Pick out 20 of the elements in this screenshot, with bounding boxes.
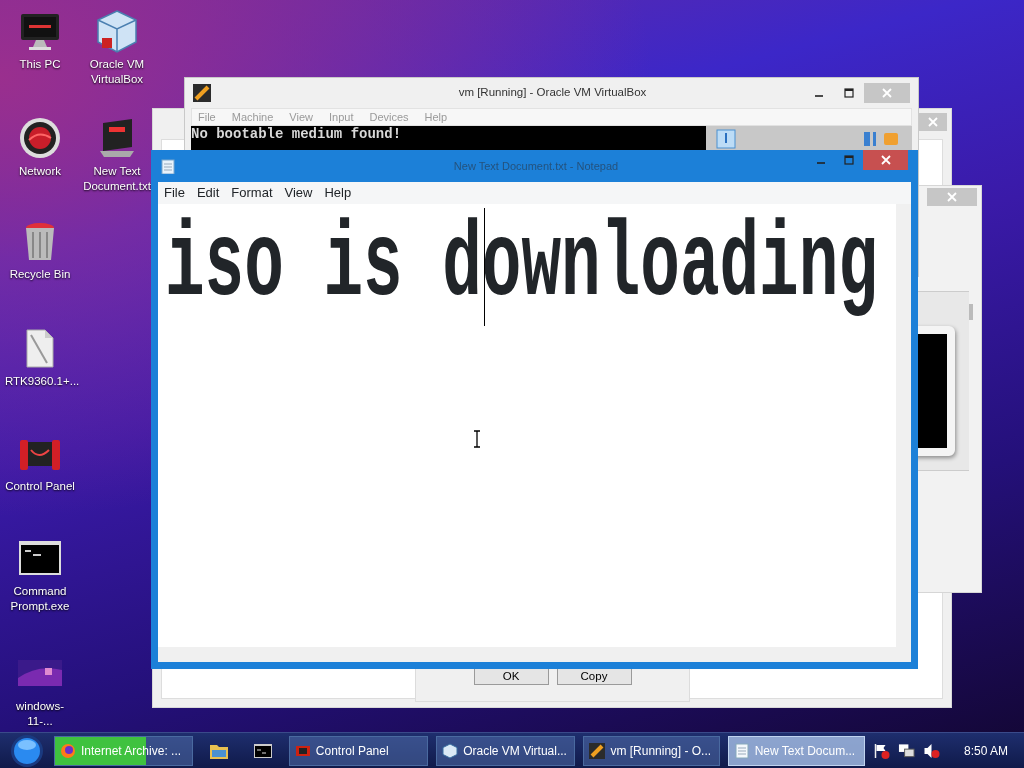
menu-item[interactable]: File — [158, 183, 191, 203]
taskbar-button[interactable]: Control Panel — [288, 735, 429, 766]
menu-item[interactable]: View — [278, 183, 319, 203]
icon-label[interactable]: windows-11-... — [5, 699, 75, 729]
icon-label[interactable]: Network — [18, 164, 62, 179]
menu-item[interactable]: Edit — [190, 183, 226, 203]
window-title: New Text Document.txt - Notepad — [453, 158, 619, 174]
menu-item[interactable]: Format — [225, 183, 279, 203]
clock[interactable]: 8:50 AM — [963, 741, 1008, 760]
menu-item[interactable]: Help — [318, 183, 358, 203]
taskbar-button[interactable]: vm [Running] - O... — [583, 735, 720, 766]
icon-label[interactable]: Oracle VM VirtualBox — [82, 57, 152, 87]
icon-label[interactable]: This PC — [19, 57, 61, 72]
icon-label[interactable]: Recycle Bin — [9, 267, 71, 282]
taskbar-button[interactable]: Oracle VM Virtual... — [436, 735, 576, 766]
icon-label[interactable]: Command Prompt.exe — [5, 584, 75, 614]
icon-label[interactable]: New Text Document.txt — [82, 164, 152, 194]
icon-label[interactable]: Control Panel — [5, 479, 75, 494]
window-title: vm [Running] - Oracle VM VirtualBox — [458, 85, 647, 101]
console-line: No bootable medium found! — [191, 126, 403, 142]
